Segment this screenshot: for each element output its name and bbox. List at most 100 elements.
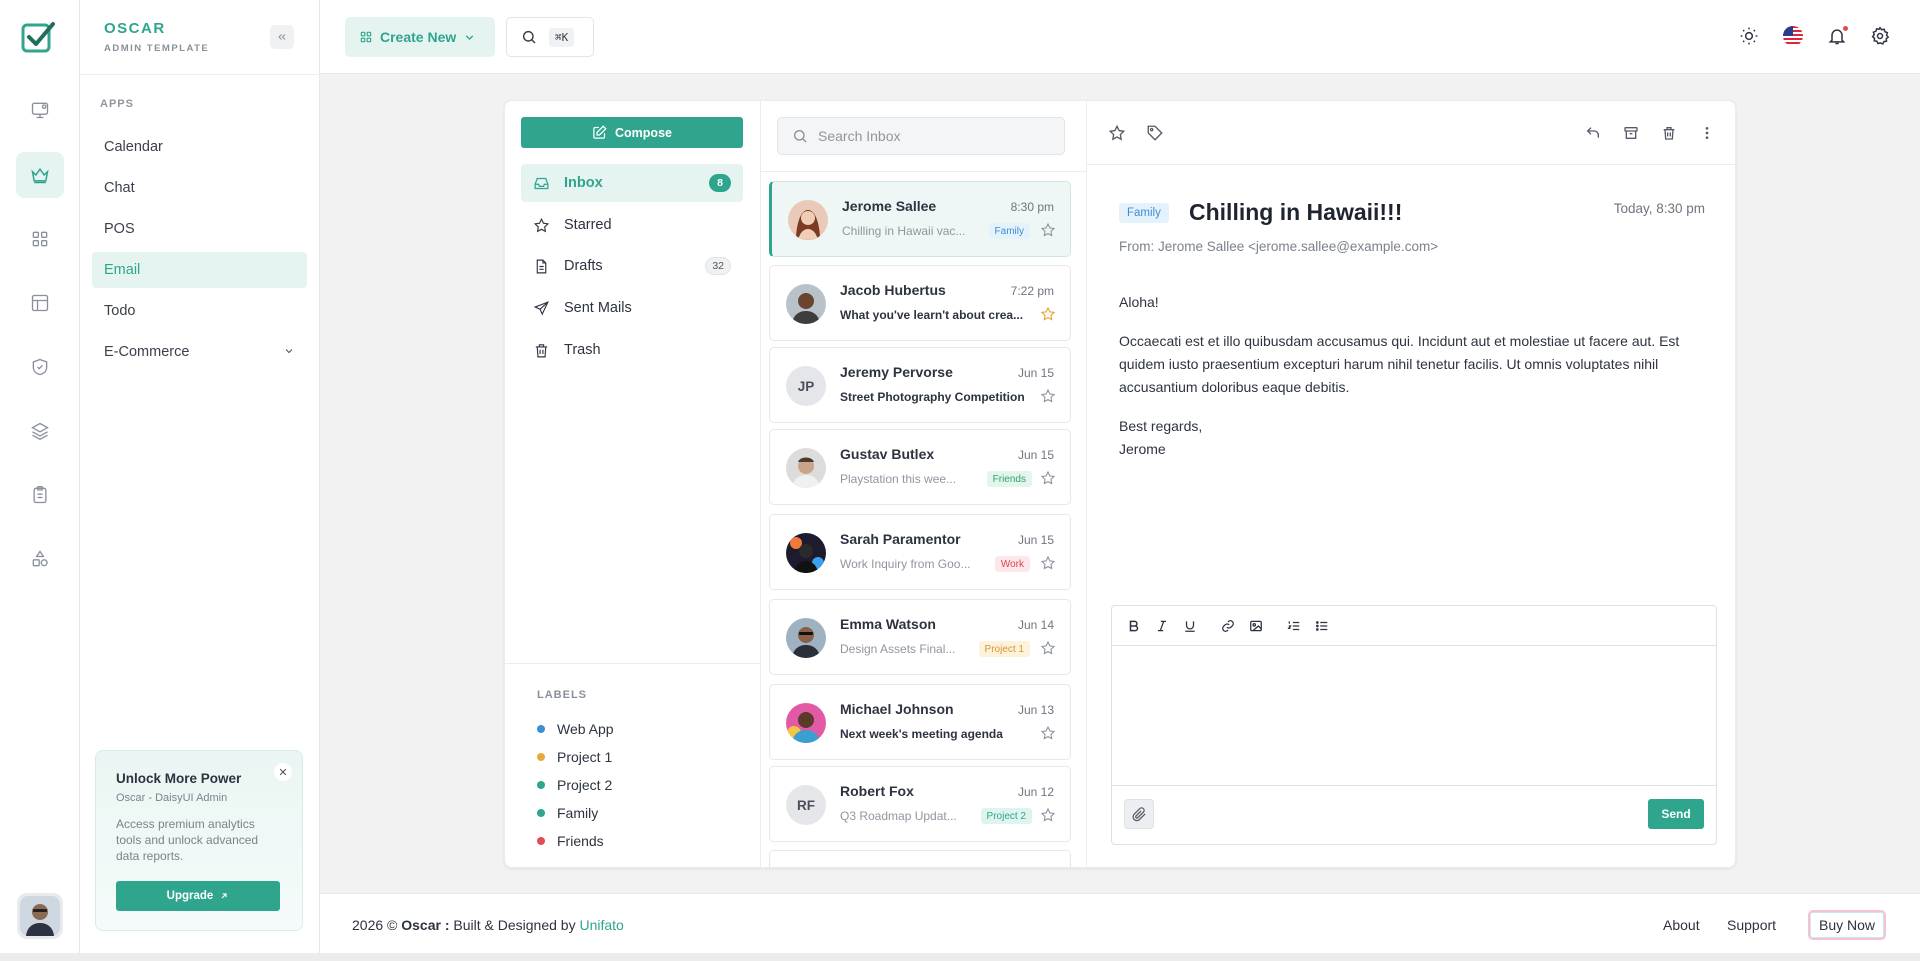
create-new-button[interactable]: Create New: [345, 17, 495, 57]
shapes-icon[interactable]: [16, 536, 64, 582]
crown-icon[interactable]: [16, 152, 64, 198]
star-icon[interactable]: [1040, 470, 1056, 486]
page-bottom-strip: [0, 953, 1920, 961]
trash-icon[interactable]: [1659, 123, 1679, 143]
chevrons-left-icon: [278, 34, 286, 40]
gear-icon[interactable]: [1869, 25, 1891, 47]
folder-trash[interactable]: Trash: [521, 331, 743, 369]
folder-count-badge: 8: [709, 174, 731, 192]
sidebar-item-calendar[interactable]: Calendar: [92, 129, 307, 165]
footer-link-about[interactable]: About: [1663, 917, 1700, 933]
mail-item[interactable]: Jacob Hubertus 7:22 pm What you've learn…: [769, 265, 1071, 341]
layers-icon[interactable]: [16, 408, 64, 454]
us-flag-icon[interactable]: [1782, 25, 1804, 47]
upgrade-button-label: Upgrade: [166, 890, 214, 902]
label-friends[interactable]: Friends: [537, 833, 604, 849]
editor-toolbar: [1112, 606, 1716, 646]
email-body: Aloha! Occaecati est et illo quibusdam a…: [1119, 291, 1709, 461]
mail-time: 7:22 pm: [1010, 284, 1054, 298]
mail-item[interactable]: Jerome Sallee 8:30 pm Chilling in Hawaii…: [769, 181, 1071, 257]
tag-icon[interactable]: [1145, 123, 1165, 143]
mail-time: 8:30 pm: [1010, 200, 1054, 214]
ordered-list-icon[interactable]: [1286, 618, 1302, 634]
sidebar: OSCAR ADMIN TEMPLATE APPS Calendar Chat …: [80, 0, 320, 961]
grid-icon: [360, 31, 372, 43]
bell-icon[interactable]: [1826, 25, 1848, 47]
shield-check-icon[interactable]: [16, 344, 64, 390]
close-promo-button[interactable]: ✕: [274, 763, 292, 781]
underline-icon[interactable]: [1182, 618, 1198, 634]
link-icon[interactable]: [1220, 618, 1236, 634]
search-icon: [794, 130, 807, 143]
mail-item[interactable]: JP Jeremy Pervorse Jun 15 Street Photogr…: [769, 347, 1071, 423]
reader-toolbar: [1087, 101, 1735, 165]
promo-title: Unlock More Power: [116, 771, 242, 786]
label-family[interactable]: Family: [537, 805, 598, 821]
folder-inbox[interactable]: Inbox 8: [521, 164, 743, 202]
sidebar-item-e-commerce[interactable]: E-Commerce: [92, 334, 307, 370]
editor-text-area[interactable]: [1112, 646, 1716, 785]
mail-preview: Design Assets Final...: [840, 642, 956, 656]
sidebar-item-email[interactable]: Email: [92, 252, 307, 288]
sidebar-item-label: Chat: [104, 180, 135, 196]
mail-item[interactable]: Michael Johnson Jun 13 Next week's meeti…: [769, 684, 1071, 760]
upgrade-promo-card: ✕ Unlock More Power Oscar - DaisyUI Admi…: [95, 750, 303, 931]
label-web-app[interactable]: Web App: [537, 721, 614, 737]
layout-icon[interactable]: [16, 280, 64, 326]
reply-icon[interactable]: [1583, 123, 1603, 143]
star-icon[interactable]: [1107, 123, 1127, 143]
footer-copyright: 2026 © Oscar : Built & Designed by Unifa…: [352, 917, 624, 933]
compose-button[interactable]: Compose: [521, 117, 743, 148]
star-icon[interactable]: [1040, 807, 1056, 823]
star-icon[interactable]: [1040, 222, 1056, 238]
folder-starred[interactable]: Starred: [521, 206, 743, 244]
collapse-sidebar-button[interactable]: [270, 25, 294, 49]
label-dot: [537, 781, 545, 789]
star-icon[interactable]: [1040, 640, 1056, 656]
grid-icon[interactable]: [16, 216, 64, 262]
mail-item[interactable]: Gustav Butlex Jun 15 Playstation this we…: [769, 429, 1071, 505]
label-dot: [537, 809, 545, 817]
sidebar-item-todo[interactable]: Todo: [92, 293, 307, 329]
footer-company-link[interactable]: Unifato: [579, 917, 623, 933]
monitor-icon[interactable]: [16, 87, 64, 133]
logo-icon[interactable]: [20, 20, 56, 56]
image-icon[interactable]: [1248, 618, 1264, 634]
label-project-1[interactable]: Project 1: [537, 749, 612, 765]
clipboard-icon[interactable]: [16, 472, 64, 518]
footer-link-support[interactable]: Support: [1727, 917, 1776, 933]
bullet-list-icon[interactable]: [1314, 618, 1330, 634]
email-app-card: Compose Inbox 8 Starred Drafts 32 Sent M…: [504, 100, 1736, 868]
mail-item[interactable]: [769, 850, 1071, 867]
more-vertical-icon[interactable]: [1697, 123, 1717, 143]
inbox-search-input[interactable]: Search Inbox: [777, 117, 1065, 155]
sidebar-item-pos[interactable]: POS: [92, 211, 307, 247]
folder-drafts[interactable]: Drafts 32: [521, 247, 743, 285]
mail-item[interactable]: Sarah Paramentor Jun 15 Work Inquiry fro…: [769, 514, 1071, 590]
create-new-label: Create New: [380, 29, 457, 45]
sidebar-item-chat[interactable]: Chat: [92, 170, 307, 206]
mail-item[interactable]: Emma Watson Jun 14 Design Assets Final..…: [769, 599, 1071, 675]
folder-label: Trash: [564, 342, 601, 358]
send-button[interactable]: Send: [1648, 799, 1704, 829]
sidebar-section-label: APPS: [100, 98, 134, 110]
user-avatar[interactable]: [17, 893, 63, 939]
brand[interactable]: OSCAR ADMIN TEMPLATE: [104, 20, 209, 54]
italic-icon[interactable]: [1154, 618, 1170, 634]
star-icon[interactable]: [1040, 725, 1056, 741]
label-project-2[interactable]: Project 2: [537, 777, 612, 793]
attach-button[interactable]: [1124, 799, 1154, 829]
global-search-button[interactable]: ⌘K: [506, 17, 594, 57]
star-icon[interactable]: [1040, 555, 1056, 571]
buy-now-button[interactable]: Buy Now: [1808, 910, 1886, 940]
icon-rail: [0, 0, 80, 961]
folder-sent[interactable]: Sent Mails: [521, 289, 743, 327]
bold-icon[interactable]: [1126, 618, 1142, 634]
mail-item[interactable]: RF Robert Fox Jun 12 Q3 Roadmap Updat...…: [769, 766, 1071, 842]
star-icon-filled[interactable]: [1040, 306, 1056, 322]
mail-sender: Jacob Hubertus: [840, 282, 946, 298]
star-icon[interactable]: [1040, 388, 1056, 404]
archive-icon[interactable]: [1621, 123, 1641, 143]
upgrade-button[interactable]: Upgrade: [116, 881, 280, 911]
theme-toggle-sun-icon[interactable]: [1738, 25, 1760, 47]
